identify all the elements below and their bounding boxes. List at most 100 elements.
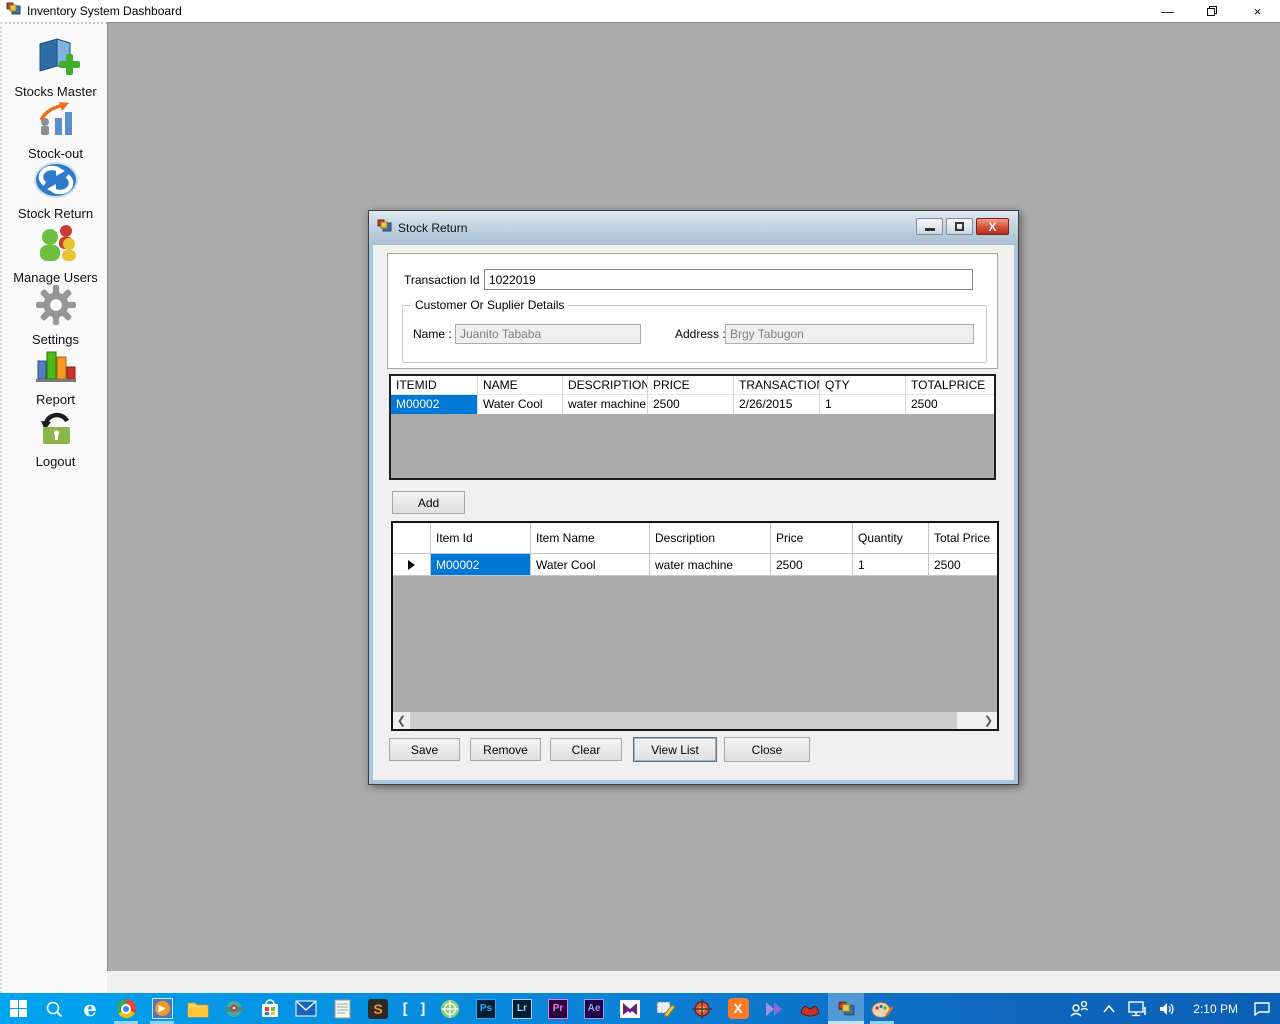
- column-header[interactable]: Item Id: [431, 523, 531, 554]
- scroll-right-icon[interactable]: ❯: [980, 712, 997, 729]
- column-header[interactable]: Description: [650, 523, 771, 554]
- transaction-id-input[interactable]: [484, 269, 973, 290]
- horizontal-scrollbar[interactable]: ❮ ❯: [393, 712, 997, 729]
- globe-icon[interactable]: [432, 993, 468, 1024]
- restore-icon[interactable]: [1190, 0, 1235, 22]
- add-button[interactable]: Add: [392, 491, 465, 514]
- column-header[interactable]: DESCRIPTION: [563, 376, 648, 395]
- listview-cell[interactable]: water machine: [563, 395, 648, 414]
- scrollbar-thumb[interactable]: [410, 712, 957, 729]
- grid-corner-cell: [393, 523, 431, 554]
- remove-button[interactable]: Remove: [470, 738, 541, 761]
- grid-cell[interactable]: Water Cool: [531, 554, 650, 576]
- store-icon[interactable]: [252, 993, 288, 1024]
- listview-cell[interactable]: 2/26/2015: [734, 395, 820, 414]
- scrollbar-track[interactable]: [410, 712, 980, 729]
- save-button[interactable]: Save: [389, 738, 460, 761]
- clear-button[interactable]: Clear: [550, 738, 622, 761]
- stock-listview[interactable]: ITEMID NAME DESCRIPTION PRICE TRANSACTIO…: [389, 374, 996, 480]
- column-header[interactable]: Total Price: [929, 523, 997, 554]
- capture-target-icon[interactable]: [684, 993, 720, 1024]
- grid-cell[interactable]: 2500: [929, 554, 997, 576]
- transaction-id-label: Transaction Id :: [404, 273, 486, 287]
- inventory-app-icon[interactable]: [828, 993, 864, 1024]
- start-icon[interactable]: [0, 993, 36, 1024]
- minimize-icon[interactable]: —: [1145, 0, 1190, 22]
- groupbox-title: Customer Or Suplier Details: [411, 298, 568, 312]
- lightroom-icon[interactable]: Lr: [504, 993, 540, 1024]
- close-icon[interactable]: X: [976, 218, 1009, 235]
- address-input[interactable]: [725, 324, 974, 344]
- listview-cell[interactable]: 2500: [906, 395, 994, 414]
- snipping-tool-icon[interactable]: [648, 993, 684, 1024]
- photoshop-icon[interactable]: Ps: [468, 993, 504, 1024]
- grid-cell[interactable]: 2500: [771, 554, 853, 576]
- movies-tv-icon[interactable]: ▶: [144, 993, 180, 1024]
- sublime-text-icon[interactable]: S: [360, 993, 396, 1024]
- mail-icon[interactable]: [288, 993, 324, 1024]
- row-header-cell[interactable]: [393, 554, 431, 576]
- volume-icon[interactable]: [1155, 993, 1181, 1024]
- sidebar-item-stock-return[interactable]: Stock Return: [2, 160, 109, 221]
- sidebar-item-manage-users[interactable]: Manage Users: [2, 222, 109, 285]
- after-effects-icon[interactable]: Ae: [576, 993, 612, 1024]
- media-play-icon[interactable]: [756, 993, 792, 1024]
- column-header[interactable]: Price: [771, 523, 853, 554]
- current-row-arrow-icon: [408, 560, 415, 570]
- stock-return-icon: [32, 187, 80, 204]
- sidebar-item-stocks-master[interactable]: Stocks Master: [2, 36, 109, 99]
- sidebar-item-logout[interactable]: Logout: [2, 410, 109, 469]
- search-icon[interactable]: [36, 993, 72, 1024]
- clock[interactable]: 2:10 PM: [1185, 1002, 1246, 1016]
- scroll-left-icon[interactable]: ❮: [393, 712, 410, 729]
- chrome-icon[interactable]: [108, 993, 144, 1024]
- grid-header-row: Item Id Item Name Description Price Quan…: [393, 523, 997, 554]
- column-header[interactable]: TOTALPRICE: [906, 376, 994, 395]
- column-header[interactable]: QTY: [820, 376, 906, 395]
- brackets-icon[interactable]: [ ]: [396, 993, 432, 1024]
- sidebar-item-stock-out[interactable]: Stock-out: [2, 100, 109, 161]
- column-header[interactable]: TRANSACTIONI: [734, 376, 820, 395]
- grid-cell[interactable]: M00002: [431, 554, 531, 576]
- grid-cell[interactable]: water machine: [650, 554, 771, 576]
- network-icon[interactable]: [1125, 993, 1151, 1024]
- sidebar-item-label: Logout: [2, 454, 109, 469]
- listview-cell[interactable]: Water Cool: [478, 395, 563, 414]
- manage-users-icon: [33, 251, 79, 268]
- media-player-icon[interactable]: [612, 993, 648, 1024]
- minimize-icon[interactable]: [916, 218, 943, 235]
- premiere-icon[interactable]: Pr: [540, 993, 576, 1024]
- logout-icon: [34, 435, 78, 452]
- listview-cell[interactable]: 1: [820, 395, 906, 414]
- notepad-icon[interactable]: [324, 993, 360, 1024]
- column-header[interactable]: Item Name: [531, 523, 650, 554]
- address-label: Address :: [675, 327, 726, 341]
- name-input[interactable]: [455, 324, 641, 344]
- xampp-icon[interactable]: X: [720, 993, 756, 1024]
- maximize-icon[interactable]: [946, 218, 973, 235]
- column-header[interactable]: NAME: [478, 376, 563, 395]
- grid-row[interactable]: M00002 Water Cool water machine 2500 1 2…: [393, 554, 997, 576]
- return-datagrid[interactable]: Item Id Item Name Description Price Quan…: [391, 521, 999, 731]
- screen-recorder-icon[interactable]: [216, 993, 252, 1024]
- listview-row[interactable]: M00002 Water Cool water machine 2500 2/2…: [391, 395, 994, 414]
- close-icon[interactable]: ×: [1235, 0, 1280, 22]
- listview-cell[interactable]: 2500: [648, 395, 734, 414]
- column-header[interactable]: PRICE: [648, 376, 734, 395]
- sqlyog-icon[interactable]: [792, 993, 828, 1024]
- file-explorer-icon[interactable]: [180, 993, 216, 1024]
- dialog-titlebar[interactable]: Stock Return X: [369, 211, 1018, 245]
- paint-icon[interactable]: [864, 993, 900, 1024]
- close-button[interactable]: Close: [724, 737, 810, 762]
- edge-icon[interactable]: e: [72, 993, 108, 1024]
- sidebar-item-report[interactable]: Report: [2, 348, 109, 407]
- column-header[interactable]: Quantity: [853, 523, 929, 554]
- grid-cell[interactable]: 1: [853, 554, 929, 576]
- column-header[interactable]: ITEMID: [391, 376, 478, 395]
- action-center-icon[interactable]: [1250, 993, 1274, 1024]
- chevron-up-icon[interactable]: [1097, 993, 1121, 1024]
- people-icon[interactable]: [1067, 993, 1093, 1024]
- view-list-button[interactable]: View List: [633, 737, 717, 762]
- listview-cell[interactable]: M00002: [391, 395, 478, 414]
- sidebar-item-settings[interactable]: Settings: [2, 284, 109, 347]
